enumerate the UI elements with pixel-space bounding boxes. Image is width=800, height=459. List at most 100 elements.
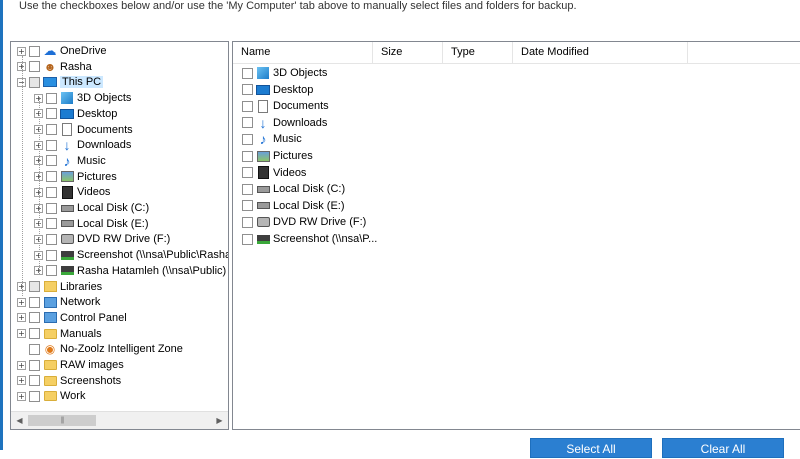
expand-icon[interactable]: + (17, 391, 26, 401)
tree-item-label: Documents (77, 123, 133, 136)
expand-icon[interactable]: + (17, 360, 26, 370)
tree-item-checkbox[interactable] (46, 233, 57, 245)
tree-item-label: Downloads (77, 139, 132, 152)
expand-icon[interactable]: + (17, 46, 26, 56)
tree-item[interactable]: +3D Objects (34, 90, 131, 106)
tree-item[interactable]: + Screenshot (\\nsa\Public\Rasha (34, 247, 229, 263)
file-item-checkbox[interactable] (242, 150, 253, 162)
3d-objects-icon (60, 91, 74, 105)
tree-item-checkbox[interactable] (29, 312, 40, 324)
tree-item-checkbox[interactable] (46, 124, 57, 135)
tree-item-label: Music (77, 154, 106, 167)
tree-item[interactable]: + Libraries (17, 279, 102, 295)
tree-item-label: Screenshots (60, 374, 122, 387)
file-list-item[interactable]: Screenshot (\\nsa\P... (242, 231, 377, 247)
tree-item[interactable]: + ☁ OneDrive (17, 43, 106, 59)
file-list-item[interactable]: Local Disk (E:) (242, 198, 345, 214)
tree-item[interactable]: + Screenshots (17, 373, 121, 389)
tree-item-checkbox[interactable] (46, 249, 57, 261)
tree-item[interactable]: ◉ No-Zoolz Intelligent Zone (17, 341, 183, 357)
tree-item[interactable]: + Local Disk (E:) (34, 216, 149, 232)
tree-item-checkbox[interactable] (29, 328, 40, 340)
file-item-checkbox[interactable] (242, 233, 253, 245)
tree-item-checkbox[interactable] (29, 343, 40, 355)
tree-horizontal-scrollbar[interactable]: ◀ ||| ▶ (11, 411, 228, 429)
file-item-checkbox[interactable] (242, 67, 253, 79)
file-list-item[interactable]: Videos (242, 165, 306, 181)
file-item-label: Pictures (273, 150, 313, 162)
clear-all-button[interactable]: Clear All (662, 438, 784, 458)
tree-item[interactable]: + ♪ Music (34, 153, 106, 169)
tree-item[interactable]: − This PC (17, 74, 104, 90)
file-item-checkbox[interactable] (242, 216, 253, 228)
tree-item-checkbox[interactable] (46, 202, 57, 214)
file-list-item[interactable]: Documents (242, 98, 329, 114)
tree-item[interactable]: + Pictures (34, 169, 117, 185)
file-list-item[interactable]: Local Disk (C:) (242, 181, 345, 197)
expand-icon[interactable]: + (17, 297, 26, 307)
tree-item-checkbox[interactable] (46, 155, 57, 167)
control-panel-icon (43, 311, 57, 325)
tree-item-label: Rasha (60, 60, 92, 73)
tree-item[interactable]: + Documents (34, 122, 133, 138)
tree-item-checkbox[interactable] (46, 171, 57, 183)
file-item-checkbox[interactable] (242, 133, 253, 145)
column-header-name[interactable]: Name (233, 42, 373, 63)
file-list-item[interactable]: Desktop (242, 82, 313, 98)
column-header-size[interactable]: Size (373, 42, 443, 63)
tree-item-checkbox[interactable] (46, 265, 57, 277)
file-item-label: Screenshot (\\nsa\P... (273, 233, 378, 245)
tree-item-checkbox[interactable] (46, 218, 57, 230)
tree-item-checkbox[interactable] (29, 359, 40, 371)
file-list-item[interactable]: Pictures (242, 148, 313, 164)
file-item-checkbox[interactable] (242, 117, 253, 129)
file-item-checkbox[interactable] (242, 100, 253, 112)
tree-item[interactable]: + ↓ Downloads (34, 137, 131, 153)
tree-item[interactable]: + Local Disk (C:) (34, 200, 149, 216)
tree-item[interactable]: + Desktop (34, 106, 117, 122)
tree-item[interactable]: + Control Panel (17, 310, 127, 326)
expand-icon[interactable]: + (17, 313, 26, 323)
expand-icon[interactable]: + (17, 376, 26, 386)
cloud-icon: ☁ (43, 43, 57, 58)
file-list-item[interactable]: 3D Objects (242, 65, 327, 81)
scroll-right-icon[interactable]: ▶ (211, 412, 228, 429)
file-list-item[interactable]: ↓ Downloads (242, 115, 327, 131)
tree-item[interactable]: + Videos (34, 184, 110, 200)
file-item-label: Local Disk (E:) (273, 199, 345, 212)
expand-icon[interactable]: + (17, 329, 26, 339)
tree-item[interactable]: + Rasha Hatamleh (\\nsa\Public) ( (34, 263, 228, 279)
tree-item-checkbox[interactable] (29, 76, 40, 88)
tree-item-checkbox[interactable] (29, 375, 40, 387)
tree-item-checkbox[interactable] (46, 92, 57, 104)
tree-item-label: Screenshot (\\nsa\Public\Rasha (77, 249, 229, 262)
file-list-item[interactable]: ♪ Music (242, 131, 302, 147)
tree-item-checkbox[interactable] (46, 108, 57, 120)
scrollbar-thumb[interactable]: ||| (28, 415, 96, 426)
tree-item-checkbox[interactable] (29, 390, 40, 402)
file-item-checkbox[interactable] (242, 84, 253, 96)
tree-item[interactable]: + Network (17, 294, 100, 310)
tree-item-checkbox[interactable] (46, 139, 57, 151)
scroll-left-icon[interactable]: ◀ (11, 412, 28, 429)
tree-item[interactable]: + DVD RW Drive (F:) (34, 231, 170, 247)
tree-item-checkbox[interactable] (46, 186, 57, 198)
column-header-type[interactable]: Type (443, 42, 513, 63)
tree-item-checkbox[interactable] (29, 281, 40, 292)
tree-item[interactable]: + RAW images (17, 357, 124, 373)
user-icon: ☻ (43, 59, 57, 74)
file-item-checkbox[interactable] (242, 200, 253, 212)
file-list-item[interactable]: DVD RW Drive (F:) (242, 214, 366, 230)
file-item-checkbox[interactable] (242, 167, 253, 179)
file-list-panel[interactable]: Name Size Type Date Modified 3D Objects D… (232, 41, 800, 430)
tree-item[interactable]: + Work (17, 388, 85, 404)
tree-item[interactable]: + ☻ Rasha (17, 59, 92, 75)
tree-item-checkbox[interactable] (29, 296, 40, 308)
tree-item-checkbox[interactable] (29, 45, 40, 57)
tree-item[interactable]: + Manuals (17, 326, 102, 342)
tree-item-checkbox[interactable] (29, 61, 40, 73)
select-all-button[interactable]: Select All (530, 438, 652, 458)
column-header-date-modified[interactable]: Date Modified (513, 42, 688, 63)
file-item-checkbox[interactable] (242, 183, 253, 195)
folder-tree-panel[interactable]: + ☁ OneDrive + ☻ Rasha − This PC +3D Objects + Des… (10, 41, 229, 430)
